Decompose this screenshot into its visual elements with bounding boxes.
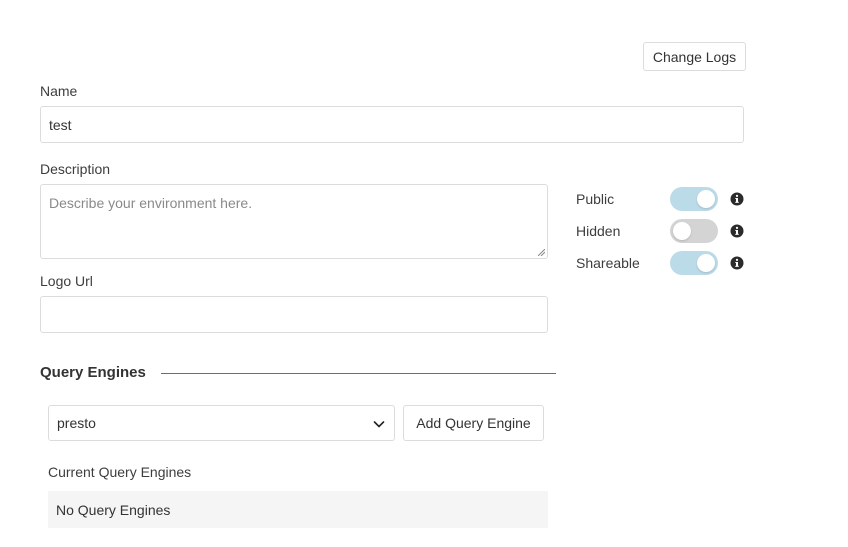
name-label: Name: [40, 83, 78, 99]
query-engines-section-title: Query Engines: [40, 364, 146, 381]
shareable-toggle[interactable]: [670, 251, 718, 275]
name-input[interactable]: test: [40, 106, 744, 143]
toggle-row-public: Public: [576, 186, 748, 212]
hidden-label: Hidden: [576, 223, 621, 239]
toggle-row-shareable: Shareable: [576, 250, 748, 276]
toggle-knob: [697, 254, 715, 272]
change-logs-button[interactable]: Change Logs: [643, 42, 746, 71]
query-engine-select[interactable]: presto: [48, 405, 395, 441]
hidden-toggle[interactable]: [670, 219, 718, 243]
current-query-engines-label: Current Query Engines: [48, 464, 192, 480]
resize-handle-icon[interactable]: [538, 249, 545, 256]
section-divider: [161, 373, 556, 374]
info-icon[interactable]: [730, 192, 744, 206]
info-icon[interactable]: [730, 224, 744, 238]
shareable-label: Shareable: [576, 255, 640, 271]
empty-state-text: No Query Engines: [56, 501, 171, 518]
description-label: Description: [40, 161, 111, 177]
query-engines-empty-state: No Query Engines: [48, 491, 548, 528]
description-textarea[interactable]: Describe your environment here.: [40, 184, 548, 259]
query-engine-select-value: presto: [57, 415, 96, 431]
name-input-value: test: [49, 116, 72, 133]
toggle-knob: [697, 190, 715, 208]
toggle-row-hidden: Hidden: [576, 218, 748, 244]
logo-url-input[interactable]: [40, 296, 548, 333]
info-icon[interactable]: [730, 256, 744, 270]
toggle-knob: [673, 222, 691, 240]
logo-url-label: Logo Url: [40, 273, 93, 289]
chevron-down-icon: [373, 421, 385, 428]
add-query-engine-button[interactable]: Add Query Engine: [403, 405, 544, 441]
public-label: Public: [576, 191, 615, 207]
description-placeholder: Describe your environment here.: [49, 195, 253, 211]
public-toggle[interactable]: [670, 187, 718, 211]
environment-settings-page: Change Logs Name test Description Descri…: [0, 0, 848, 547]
